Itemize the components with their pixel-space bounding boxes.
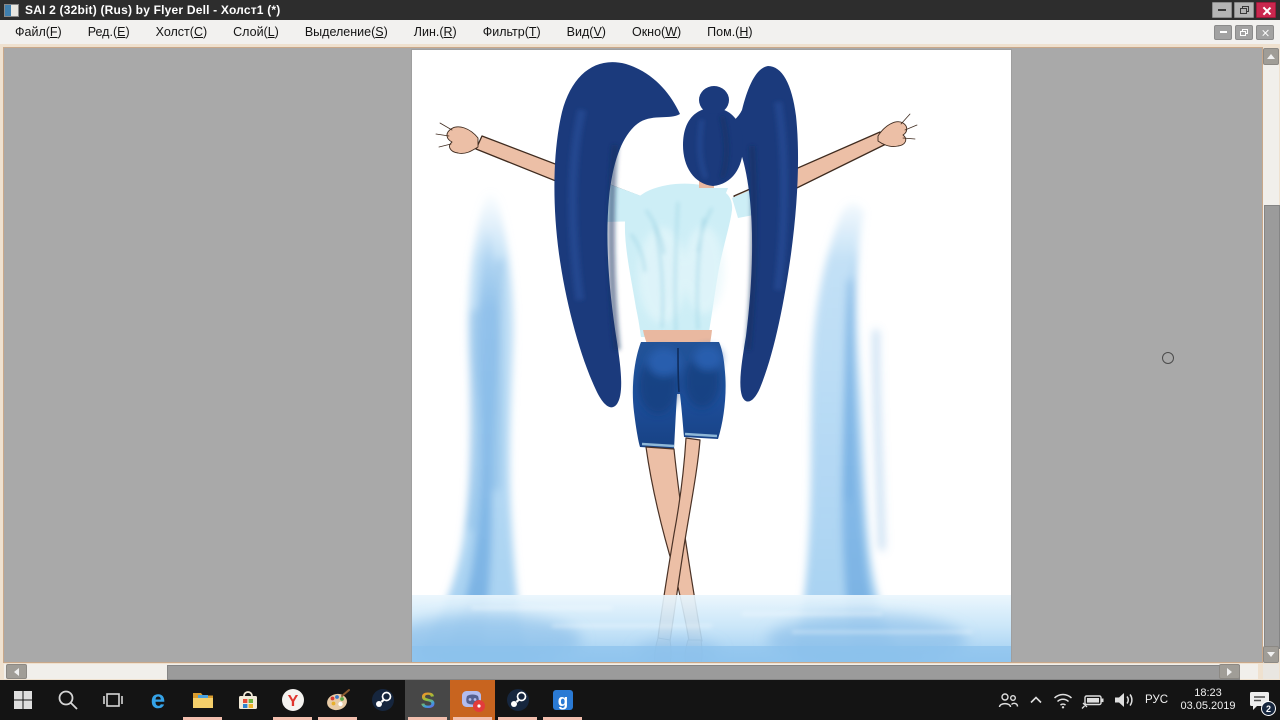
- tray-expand-button[interactable]: [1027, 691, 1045, 709]
- notification-badge: 2: [1261, 701, 1276, 716]
- discord-icon: [459, 686, 487, 714]
- taskbar-steam2-button[interactable]: [495, 680, 540, 720]
- svg-text:e: e: [150, 687, 164, 713]
- menu-item-f[interactable]: Файл(F): [2, 21, 75, 44]
- taskbar-search-button[interactable]: [45, 680, 90, 720]
- window-titlebar: SAI 2 (32bit) (Rus) by Flyer Dell - Холс…: [0, 0, 1280, 20]
- search-icon: [56, 688, 80, 712]
- water-column-right: [792, 203, 902, 662]
- microsoft-store-icon: [235, 687, 261, 713]
- drawing-canvas[interactable]: [412, 50, 1011, 662]
- scroll-left-button[interactable]: [6, 664, 27, 679]
- brush-cursor-icon: [1162, 352, 1174, 364]
- taskbar-sai-button[interactable]: [315, 680, 360, 720]
- menu-bar: Файл(F)Ред.(E)Холст(C)Слой(L)Выделение(S…: [0, 20, 1280, 45]
- svg-text:Y: Y: [287, 693, 298, 710]
- taskbar-explorer-button[interactable]: [180, 680, 225, 720]
- arrow-left-icon: [14, 668, 19, 676]
- canvas-artwork: [412, 50, 1011, 662]
- wifi-button[interactable]: [1052, 690, 1074, 710]
- window-title: SAI 2 (32bit) (Rus) by Flyer Dell - Холс…: [25, 3, 280, 17]
- menu-item-r[interactable]: Лин.(R): [401, 21, 470, 44]
- water-column-left: [418, 193, 528, 662]
- clock[interactable]: 18:23 03.05.2019: [1177, 687, 1239, 713]
- action-center-button[interactable]: 2: [1246, 686, 1274, 714]
- scrollbar-corner: [1263, 664, 1279, 679]
- menu-item-w[interactable]: Окно(W): [619, 21, 694, 44]
- taskbar-discord-button[interactable]: [450, 680, 495, 720]
- menu-item-s[interactable]: Выделение(S): [292, 21, 401, 44]
- yandex-browser-icon: Y: [280, 687, 306, 713]
- vertical-scrollbar[interactable]: [1263, 48, 1279, 663]
- menu-item-e[interactable]: Ред.(E): [75, 21, 143, 44]
- minimize-button[interactable]: [1212, 2, 1232, 18]
- canvas-viewport[interactable]: [4, 48, 1262, 662]
- menu-item-t[interactable]: Фильтр(T): [470, 21, 554, 44]
- taskbar-store-button[interactable]: [225, 680, 270, 720]
- people-button[interactable]: [996, 689, 1020, 711]
- doc-close-button[interactable]: [1256, 25, 1274, 40]
- close-icon: [1262, 29, 1269, 36]
- volume-button[interactable]: [1112, 690, 1136, 710]
- taskbar-steam-button[interactable]: [360, 680, 405, 720]
- wifi-icon: [1052, 690, 1074, 710]
- restore-button[interactable]: [1234, 2, 1254, 18]
- windows-logo-icon: [12, 689, 34, 711]
- arrow-down-icon: [1267, 652, 1275, 657]
- chevron-up-icon: [1027, 691, 1045, 709]
- battery-plug-icon: [1081, 691, 1105, 709]
- menu-item-c[interactable]: Холст(C): [143, 21, 221, 44]
- sai2-icon: S: [415, 687, 441, 713]
- arrow-right-icon: [1227, 668, 1232, 676]
- minimize-icon: [1218, 9, 1226, 11]
- taskbar-edge-button[interactable]: e: [135, 680, 180, 720]
- clock-date: 03.05.2019: [1180, 700, 1235, 713]
- sai-app-icon: [4, 4, 19, 17]
- minimize-icon: [1220, 31, 1227, 33]
- taskbar-gmod-button[interactable]: g: [540, 680, 585, 720]
- scroll-down-button[interactable]: [1263, 646, 1279, 663]
- gmod-icon: g: [550, 687, 576, 713]
- scroll-right-button[interactable]: [1219, 664, 1240, 679]
- power-button[interactable]: [1081, 691, 1105, 709]
- taskbar-yandex-button[interactable]: Y: [270, 680, 315, 720]
- svg-text:S: S: [420, 688, 435, 713]
- restore-icon: [1240, 6, 1249, 14]
- svg-text:g: g: [557, 691, 567, 710]
- steam-icon: [505, 687, 531, 713]
- paint-palette-icon: [325, 687, 351, 713]
- people-icon: [996, 689, 1020, 711]
- close-button[interactable]: [1256, 2, 1276, 18]
- doc-minimize-button[interactable]: [1214, 25, 1232, 40]
- system-tray: РУС 18:23 03.05.2019 2: [996, 680, 1280, 720]
- horizontal-scrollbar[interactable]: [4, 664, 1258, 679]
- water-surface: [412, 595, 1011, 662]
- close-icon: [1262, 6, 1271, 15]
- horizontal-scroll-thumb[interactable]: [167, 665, 1240, 680]
- clock-time: 18:23: [1180, 687, 1235, 700]
- steam-icon: [370, 687, 396, 713]
- scroll-up-button[interactable]: [1263, 48, 1279, 65]
- arrow-up-icon: [1267, 54, 1275, 59]
- start-button[interactable]: [0, 680, 45, 720]
- doc-restore-button[interactable]: [1235, 25, 1253, 40]
- restore-icon: [1240, 29, 1248, 36]
- menu-item-v[interactable]: Вид(V): [554, 21, 619, 44]
- menu-item-l[interactable]: Слой(L): [220, 21, 292, 44]
- task-view-icon: [101, 688, 125, 712]
- folder-icon: [190, 687, 216, 713]
- language-indicator[interactable]: РУС: [1143, 694, 1170, 706]
- task-view-button[interactable]: [90, 680, 135, 720]
- menu-item-h[interactable]: Пом.(H): [694, 21, 765, 44]
- speaker-icon: [1112, 690, 1136, 710]
- vertical-scroll-thumb[interactable]: [1264, 205, 1280, 649]
- taskbar-sai2-button[interactable]: S: [405, 680, 450, 720]
- edge-icon: e: [145, 687, 171, 713]
